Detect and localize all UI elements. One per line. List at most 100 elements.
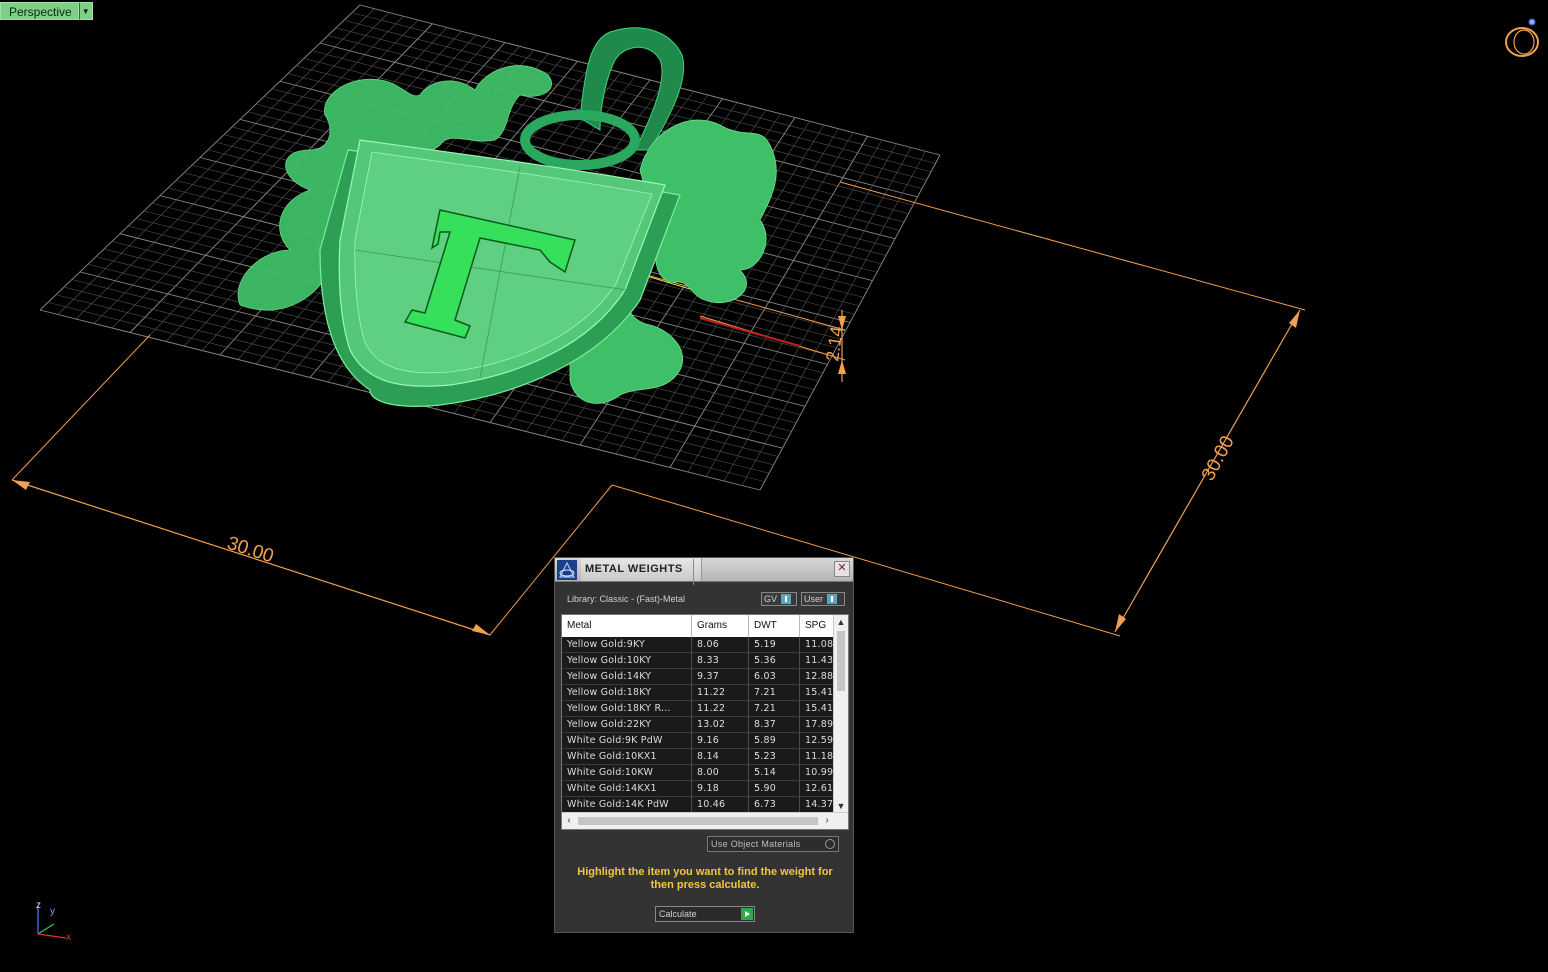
cell-dwt: 6.73 [749, 797, 800, 812]
cell-grams: 10.46 [692, 797, 749, 812]
user-toggle[interactable]: User [801, 592, 845, 606]
dim-depth-label: 30.00 [1198, 433, 1239, 485]
horizontal-scrollbar[interactable]: ‹ › [562, 812, 848, 829]
cell-grams: 11.22 [692, 701, 749, 716]
table-body: Yellow Gold:9KY 8.06 5.19 11.08 Yellow Gold:… [562, 637, 834, 813]
gv-toggle-label: GV [764, 594, 778, 604]
cell-grams: 8.06 [692, 637, 749, 652]
axis-triad-icon: z y x [36, 900, 71, 943]
instruction-text: Highlight the item you want to find the … [577, 866, 833, 891]
cell-spg: 15.41 [805, 687, 834, 698]
vertical-scrollbar[interactable]: ▲ ▼ [833, 615, 848, 813]
cell-grams: 9.18 [692, 781, 749, 796]
viewport-menu-arrow-icon[interactable]: ▼ [78, 2, 93, 20]
table-row[interactable]: White Gold:10KX1 8.14 5.23 11.18 [562, 749, 834, 765]
dialog-titlebar[interactable]: METAL WEIGHTS ✕ [555, 558, 853, 585]
calculate-button[interactable]: Calculate [655, 906, 755, 922]
cell-metal: Yellow Gold:14KY [562, 669, 692, 684]
scroll-thumb[interactable] [578, 817, 818, 825]
cell-grams: 13.02 [692, 717, 749, 732]
ring-gizmo-icon[interactable] [1502, 14, 1542, 60]
cell-spg: 15.41 [805, 703, 834, 714]
cell-metal: White Gold:14KX1 [562, 781, 692, 796]
cell-dwt: 5.23 [749, 749, 800, 764]
cell-dwt: 5.19 [749, 637, 800, 652]
scroll-up-icon[interactable]: ▲ [834, 615, 848, 629]
cell-grams: 8.14 [692, 749, 749, 764]
axis-y-label: y [50, 906, 55, 917]
cell-spg: 14.37 [805, 799, 834, 810]
user-toggle-label: User [804, 594, 824, 604]
cell-dwt: 5.89 [749, 733, 800, 748]
play-arrow-icon[interactable] [741, 908, 753, 920]
dialog-title: METAL WEIGHTS [585, 559, 694, 585]
cell-grams: 11.22 [692, 685, 749, 700]
toggle-switch-icon[interactable] [827, 594, 838, 604]
scroll-left-icon[interactable]: ‹ [562, 813, 576, 829]
column-header-grams[interactable]: Grams [692, 615, 749, 637]
column-header-spg[interactable]: SPG [800, 615, 834, 637]
viewport-name[interactable]: Perspective [0, 2, 79, 20]
axis-x-label: x [66, 932, 71, 943]
scroll-down-icon[interactable]: ▼ [834, 799, 848, 813]
table-row[interactable]: White Gold:14K PdW 10.46 6.73 14.37 [562, 797, 834, 813]
scroll-thumb[interactable] [837, 631, 845, 691]
cell-spg: 10.99 [805, 767, 834, 778]
crest-pendant-model[interactable] [237, 27, 777, 407]
table-row[interactable]: Yellow Gold:18KY R... 11.22 7.21 15.41 [562, 701, 834, 717]
cell-dwt: 6.03 [749, 669, 800, 684]
table-row[interactable]: Yellow Gold:9KY 8.06 5.19 11.08 [562, 637, 834, 653]
cell-spg: 11.08 [805, 639, 834, 650]
cell-spg: 11.18 [805, 751, 834, 762]
cell-metal: White Gold:10KW [562, 765, 692, 780]
table-row[interactable]: White Gold:14KX1 9.18 5.90 12.61 [562, 781, 834, 797]
table-row[interactable]: Yellow Gold:18KY 11.22 7.21 15.41 [562, 685, 834, 701]
metal-weights-dialog[interactable]: METAL WEIGHTS ✕ Library: Classic - (Fast… [554, 557, 854, 933]
column-header-dwt[interactable]: DWT [749, 615, 800, 637]
cell-metal: Yellow Gold:18KY [562, 685, 692, 700]
toggle-switch-icon[interactable] [781, 594, 792, 604]
table-row[interactable]: White Gold:10KW 8.00 5.14 10.99 [562, 765, 834, 781]
use-object-materials-toggle[interactable]: Use Object Materials [707, 836, 839, 852]
cell-grams: 8.00 [692, 765, 749, 780]
calculate-label: Calculate [659, 909, 697, 919]
cell-grams: 8.33 [692, 653, 749, 668]
cell-metal: White Gold:9K PdW [562, 733, 692, 748]
cell-metal: White Gold:14K PdW [562, 797, 692, 812]
table-row[interactable]: Yellow Gold:10KY 8.33 5.36 11.43 [562, 653, 834, 669]
column-header-metal[interactable]: Metal [562, 615, 692, 637]
cell-metal: Yellow Gold:10KY [562, 653, 692, 668]
gv-toggle[interactable]: GV [761, 592, 797, 606]
dim-width-label: 30.00 [224, 533, 276, 568]
toggle-knob-icon[interactable] [825, 839, 835, 849]
cell-metal: Yellow Gold:22KY [562, 717, 692, 732]
cell-metal: Yellow Gold:18KY R... [562, 701, 692, 716]
matrix-logo-icon [557, 560, 577, 580]
table-row[interactable]: Yellow Gold:14KY 9.37 6.03 12.88 [562, 669, 834, 685]
axis-z-label: z [36, 900, 41, 911]
cell-dwt: 8.37 [749, 717, 800, 732]
cell-metal: Yellow Gold:9KY [562, 637, 692, 652]
close-button[interactable]: ✕ [834, 561, 850, 577]
scroll-right-icon[interactable]: › [820, 813, 834, 829]
cell-dwt: 7.21 [749, 701, 800, 716]
cell-dwt: 5.90 [749, 781, 800, 796]
cell-spg: 12.61 [805, 783, 834, 794]
cell-dwt: 5.14 [749, 765, 800, 780]
cell-spg: 17.89 [805, 719, 834, 730]
cell-spg: 11.43 [805, 655, 834, 666]
cell-grams: 9.16 [692, 733, 749, 748]
library-label: Library: Classic - (Fast)-Metal [567, 594, 686, 604]
cell-dwt: 7.21 [749, 685, 800, 700]
cell-dwt: 5.36 [749, 653, 800, 668]
table-row[interactable]: Yellow Gold:22KY 13.02 8.37 17.89 [562, 717, 834, 733]
table-header: Metal Grams DWT SPG [562, 615, 834, 638]
table-row[interactable]: White Gold:9K PdW 9.16 5.89 12.59 [562, 733, 834, 749]
cell-metal: White Gold:10KX1 [562, 749, 692, 764]
metal-weights-table[interactable]: Metal Grams DWT SPG Yellow Gold:9KY 8.06 5… [561, 614, 849, 830]
viewport-label[interactable]: Perspective ▼ [0, 2, 93, 20]
use-object-materials-label: Use Object Materials [711, 839, 801, 849]
cell-spg: 12.59 [805, 735, 834, 746]
dim-height-label: 2.14 [822, 325, 847, 362]
cell-spg: 12.88 [805, 671, 834, 682]
